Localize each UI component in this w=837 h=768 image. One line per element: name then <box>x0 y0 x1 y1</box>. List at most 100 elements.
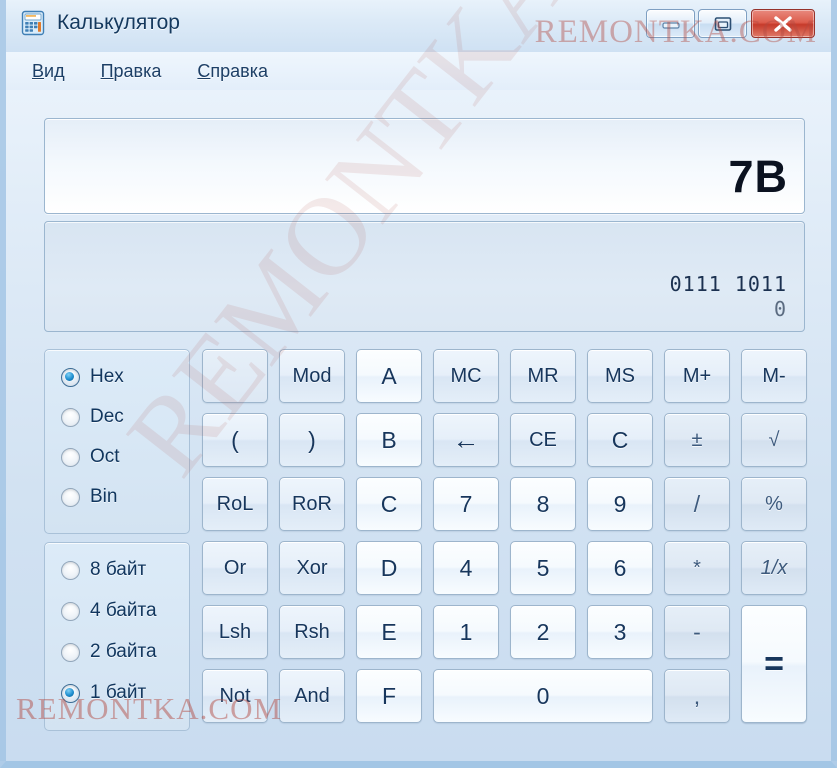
key-sign-label: ± <box>691 428 703 451</box>
close-button[interactable] <box>751 9 815 38</box>
key-paren-close-label: ) <box>308 426 316 453</box>
menu-item-view-accel: В <box>32 60 45 81</box>
key-8[interactable]: 8 <box>510 477 576 531</box>
menu-item-help-rest: правка <box>210 60 269 81</box>
key-m-minus[interactable]: M- <box>741 349 807 403</box>
key-not-label: Not <box>219 684 251 707</box>
key-hex-e[interactable]: E <box>356 605 422 659</box>
key-6[interactable]: 6 <box>587 541 653 595</box>
key-lsh-label: Lsh <box>218 620 252 643</box>
window-frame-inner: Калькулятор Вид Правка Справка 7 B 0111 1… <box>6 0 831 761</box>
key-m-plus[interactable]: M+ <box>664 349 730 403</box>
key-subtract[interactable]: - <box>664 605 730 659</box>
key-and[interactable]: And <box>279 669 345 723</box>
key-hex-d[interactable]: D <box>356 541 422 595</box>
calculator-icon <box>21 10 45 36</box>
key-8-label: 8 <box>536 490 550 517</box>
key-9[interactable]: 9 <box>587 477 653 531</box>
menu-item-view[interactable]: Вид <box>32 61 65 82</box>
key-mc-label: MC <box>450 364 482 387</box>
key-2[interactable]: 2 <box>510 605 576 659</box>
key-not[interactable]: Not <box>202 669 268 723</box>
key-1[interactable]: 1 <box>433 605 499 659</box>
key-or[interactable]: Or <box>202 541 268 595</box>
key-multiply[interactable]: * <box>664 541 730 595</box>
key-rsh[interactable]: Rsh <box>279 605 345 659</box>
key-2-label: 2 <box>536 618 550 645</box>
key-and-label: And <box>294 684 330 707</box>
key-0[interactable]: 0 <box>433 669 653 723</box>
key-3-label: 3 <box>613 618 627 645</box>
key-blank[interactable] <box>202 349 268 403</box>
key-sqrt[interactable]: √ <box>741 413 807 467</box>
key-ms-label: MS <box>605 364 635 387</box>
key-hex-d-label: D <box>380 554 398 581</box>
key-percent[interactable]: % <box>741 477 807 531</box>
key-divide[interactable]: / <box>664 477 730 531</box>
close-icon <box>774 15 792 32</box>
key-hex-c-label: C <box>380 490 398 517</box>
keypad: Mod A MC MR MS M+ M- () B ← CE C ± √ RoL RoR C 7 8 9 /% Or Xor… <box>6 90 831 761</box>
menu-item-help-accel: С <box>197 60 211 81</box>
key-mr[interactable]: MR <box>510 349 576 403</box>
key-equals[interactable]: = <box>741 605 807 723</box>
minimize-icon <box>661 21 680 29</box>
key-hex-a[interactable]: A <box>356 349 422 403</box>
key-7[interactable]: 7 <box>433 477 499 531</box>
key-c-label: C <box>611 426 629 453</box>
key-paren-open-label: ( <box>231 426 239 453</box>
key-hex-f-label: F <box>381 682 397 709</box>
key-hex-c[interactable]: C <box>356 477 422 531</box>
key-sqrt-label: √ <box>768 428 780 451</box>
key-rol[interactable]: RoL <box>202 477 268 531</box>
key-5-label: 5 <box>536 554 550 581</box>
key-ms[interactable]: MS <box>587 349 653 403</box>
window-title: Калькулятор <box>57 11 180 34</box>
key-xor[interactable]: Xor <box>279 541 345 595</box>
key-sign[interactable]: ± <box>664 413 730 467</box>
key-decimal[interactable]: , <box>664 669 730 723</box>
key-mc[interactable]: MC <box>433 349 499 403</box>
menu-item-view-rest: ид <box>44 60 65 81</box>
key-ror-label: RoR <box>291 492 332 515</box>
key-backspace[interactable]: ← <box>433 413 499 467</box>
key-xor-label: Xor <box>296 556 328 579</box>
key-paren-open[interactable]: ( <box>202 413 268 467</box>
menu-item-help[interactable]: Справка <box>197 61 268 82</box>
key-m-plus-label: M+ <box>682 364 712 387</box>
key-mod[interactable]: Mod <box>279 349 345 403</box>
key-mod-label: Mod <box>292 364 332 387</box>
key-6-label: 6 <box>613 554 627 581</box>
minimize-button[interactable] <box>646 9 695 38</box>
key-mr-label: MR <box>527 364 559 387</box>
menu-item-edit[interactable]: Правка <box>101 61 162 82</box>
key-5[interactable]: 5 <box>510 541 576 595</box>
key-c[interactable]: C <box>587 413 653 467</box>
key-lsh[interactable]: Lsh <box>202 605 268 659</box>
title-bar-left: Калькулятор <box>20 10 180 36</box>
key-decimal-label: , <box>693 682 701 709</box>
key-ce-label: CE <box>529 428 557 451</box>
key-percent-label: % <box>765 492 783 515</box>
key-hex-b[interactable]: B <box>356 413 422 467</box>
menu-bar: Вид Правка Справка <box>6 52 831 90</box>
key-9-label: 9 <box>613 490 627 517</box>
key-hex-b-label: B <box>381 426 397 453</box>
key-hex-a-label: A <box>381 362 397 389</box>
maximize-button[interactable] <box>698 9 747 38</box>
key-reciprocal-label: 1/x <box>760 556 788 579</box>
key-paren-close[interactable]: ) <box>279 413 345 467</box>
key-7-label: 7 <box>459 490 473 517</box>
key-ror[interactable]: RoR <box>279 477 345 531</box>
key-hex-f[interactable]: F <box>356 669 422 723</box>
key-backspace-label: ← <box>452 424 480 455</box>
restore-icon <box>714 16 731 31</box>
key-4[interactable]: 4 <box>433 541 499 595</box>
calculator-window: Калькулятор Вид Правка Справка 7 B 0111 1… <box>0 0 837 768</box>
key-ce[interactable]: CE <box>510 413 576 467</box>
menu-item-edit-accel: П <box>100 60 114 81</box>
key-3[interactable]: 3 <box>587 605 653 659</box>
key-reciprocal[interactable]: 1/x <box>741 541 807 595</box>
key-rol-label: RoL <box>216 492 254 515</box>
title-bar[interactable]: Калькулятор <box>6 0 831 52</box>
